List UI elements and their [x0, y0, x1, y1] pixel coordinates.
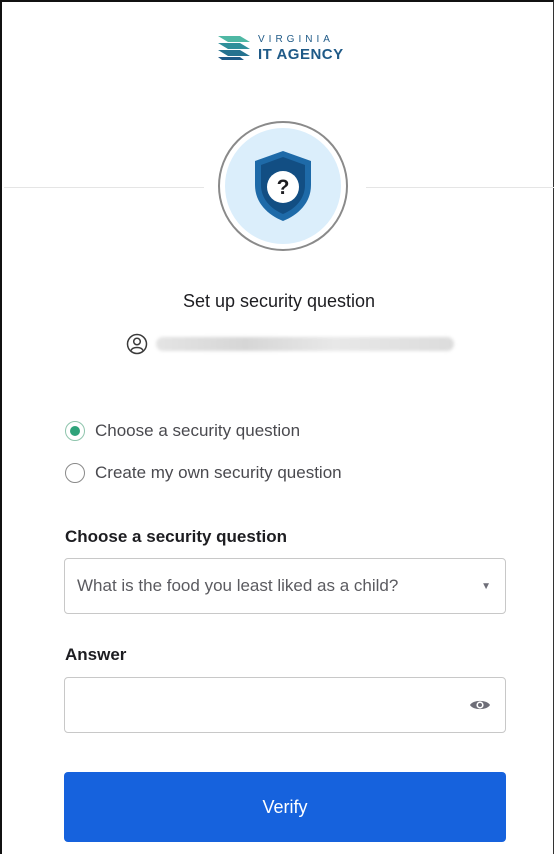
show-password-toggle[interactable] — [469, 698, 491, 712]
radio-create-question[interactable] — [65, 463, 85, 483]
user-identifier — [126, 333, 454, 355]
option-choose-question[interactable]: Choose a security question — [65, 421, 300, 441]
logo-text-it-agency: IT AGENCY — [258, 45, 344, 63]
answer-input-box[interactable] — [64, 677, 506, 733]
option-create-question-label: Create my own security question — [95, 463, 342, 482]
selected-question: What is the food you least liked as a ch… — [77, 576, 399, 595]
shield-glyph: ? — [277, 176, 290, 199]
stacked-chevrons-logo-icon — [218, 36, 250, 60]
answer-input[interactable] — [79, 694, 469, 716]
verify-button[interactable]: Verify — [64, 772, 506, 842]
shield-question-icon: ? — [255, 151, 311, 221]
security-question-badge: ? — [218, 121, 348, 251]
badge-ring: ? — [225, 128, 341, 244]
option-choose-question-label: Choose a security question — [95, 421, 301, 440]
chevron-down-icon: ▼ — [481, 580, 491, 592]
header-divider-left — [4, 187, 204, 188]
page-title: Set up security question — [182, 291, 376, 311]
virginia-it-agency-logo: VIRGINIA IT AGENCY — [218, 34, 344, 62]
eye-icon[interactable] — [469, 698, 491, 712]
user-circle-icon — [126, 333, 148, 355]
question-field-label: Choose a security question — [65, 527, 287, 546]
redacted-username — [156, 337, 454, 351]
radio-choose-question[interactable] — [65, 421, 85, 441]
header-divider-right — [366, 187, 554, 188]
option-create-question[interactable]: Create my own security question — [65, 463, 342, 483]
answer-field-label: Answer — [65, 645, 127, 664]
radio-selected-dot — [70, 426, 80, 436]
sign-in-widget: VIRGINIA IT AGENCY ? Set up security que… — [0, 0, 554, 854]
logo-text-virginia: VIRGINIA — [258, 33, 334, 45]
security-question-select[interactable]: What is the food you least liked as a ch… — [64, 558, 506, 614]
